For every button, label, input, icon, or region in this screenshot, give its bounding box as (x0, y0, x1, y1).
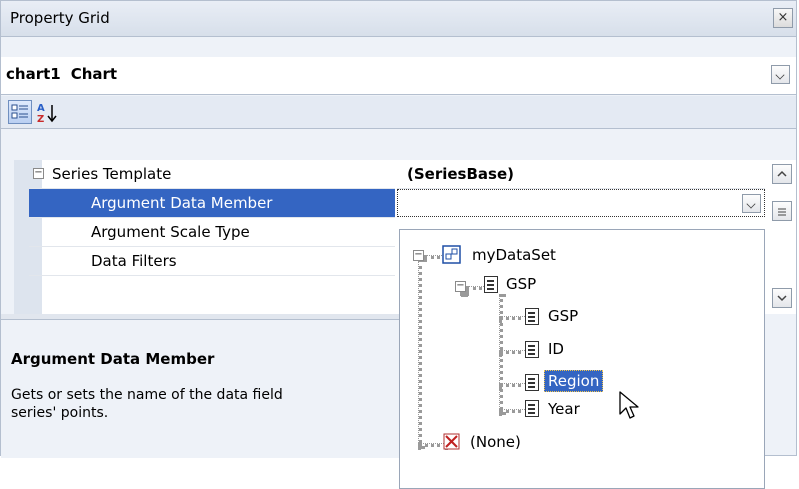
description-title: Argument Data Member (11, 350, 215, 368)
chevron-down-icon (777, 295, 787, 302)
close-icon: × (777, 10, 789, 25)
property-name: Argument Data Member (91, 194, 273, 212)
categorized-icon (11, 104, 28, 119)
field-icon (525, 374, 539, 391)
description-text: Gets or sets the name of the data field … (11, 387, 283, 421)
data-member-dropdown: − myDataSet − GSP GSP ID Region Year (No… (399, 229, 765, 489)
alphabetical-button[interactable]: A Z (35, 100, 59, 125)
grid-value-argument-data-member[interactable] (397, 189, 765, 217)
mouse-cursor-icon (619, 391, 639, 419)
field-icon (525, 341, 539, 358)
object-name: chart1 (6, 65, 61, 83)
tree-expander-mydataset[interactable]: − (413, 250, 424, 261)
grid-row-argument-data-member[interactable]: Argument Data Member (29, 189, 395, 218)
grid-row-series-template[interactable]: − Series Template (29, 160, 395, 189)
property-name: Argument Scale Type (91, 223, 250, 241)
value-dropdown-button[interactable] (742, 194, 761, 213)
tree-item-gsp-table[interactable]: GSP (506, 275, 536, 293)
svg-text:A: A (37, 103, 45, 114)
property-value: (SeriesBase) (407, 165, 514, 183)
tree-item-field-year[interactable]: Year (548, 400, 580, 418)
tree-item-field-region[interactable]: Region (544, 370, 604, 392)
tree-item-mydataset[interactable]: myDataSet (472, 246, 556, 264)
sort-az-icon: A Z (37, 103, 57, 125)
window-title: Property Grid (10, 9, 110, 27)
grid-row-argument-scale-type[interactable]: Argument Scale Type (29, 218, 395, 247)
object-type: Chart (70, 65, 118, 83)
object-selector-label: chart1 Chart (6, 65, 117, 83)
tree-line (418, 259, 422, 449)
field-icon (525, 400, 539, 417)
collapse-expander[interactable]: − (33, 168, 44, 179)
menu-lines-icon (778, 208, 786, 216)
svg-text:Z: Z (37, 114, 44, 124)
toolbar: A Z (1, 96, 796, 129)
grid-row-data-filters[interactable]: Data Filters (29, 247, 395, 276)
grid-value-series-template[interactable]: (SeriesBase) (397, 160, 765, 189)
property-name: Data Filters (91, 252, 177, 270)
close-button[interactable]: × (773, 8, 793, 28)
scroll-up-button[interactable] (772, 164, 792, 184)
field-icon (525, 308, 539, 325)
tree-line (499, 294, 503, 415)
tree-item-field-gsp[interactable]: GSP (548, 307, 578, 325)
none-icon (443, 433, 460, 450)
object-selector[interactable]: chart1 Chart (1, 57, 796, 95)
ellipsis-button[interactable] (772, 201, 792, 221)
tree-item-field-id[interactable]: ID (548, 340, 564, 358)
property-name: Series Template (52, 165, 172, 183)
table-icon (484, 276, 498, 293)
chevron-up-icon (777, 170, 787, 177)
tree-item-none[interactable]: (None) (470, 433, 521, 451)
object-selector-dropdown-button[interactable] (771, 65, 790, 84)
title-bar: Property Grid × (1, 1, 796, 37)
categorized-button[interactable] (8, 100, 32, 124)
description-panel: Argument Data Member Gets or sets the na… (1, 319, 401, 458)
dataset-icon (442, 245, 461, 264)
scroll-down-button[interactable] (772, 288, 792, 308)
tree-expander-gsp[interactable]: − (455, 281, 466, 292)
